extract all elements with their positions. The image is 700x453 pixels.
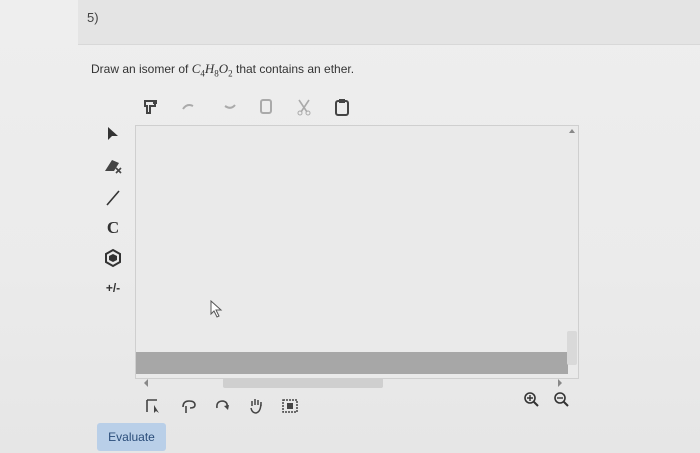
horizontal-scroll-thumb[interactable] [223, 378, 383, 388]
canvas-shaded-band [136, 352, 568, 374]
drawing-canvas[interactable] [135, 125, 579, 379]
page: 5) Draw an isomer of C4H8O2 that contain… [0, 0, 700, 453]
question-header [78, 0, 700, 45]
ring-icon[interactable] [99, 246, 127, 270]
charge-button[interactable]: +/- [99, 276, 127, 300]
redo-icon[interactable] [219, 95, 241, 119]
prompt-text-after: that contains an ether. [232, 62, 355, 76]
rotate-icon[interactable] [210, 394, 234, 418]
vertical-scroll-thumb[interactable] [567, 331, 577, 365]
copy-icon[interactable] [255, 95, 277, 119]
editor-bottom-toolbar [140, 394, 310, 420]
mouse-cursor-icon [210, 299, 224, 323]
question-prompt: Draw an isomer of C4H8O2 that contains a… [91, 61, 354, 79]
zoom-in-icon[interactable] [520, 388, 542, 410]
hand-icon[interactable] [244, 394, 268, 418]
select-all-icon[interactable] [142, 394, 166, 418]
vertical-scrollbar[interactable] [567, 126, 577, 365]
prompt-text-before: Draw an isomer of [91, 62, 192, 76]
molecular-formula: C4H8O2 [191, 61, 233, 79]
question-number: 5) [87, 10, 99, 25]
paste-icon[interactable] [331, 95, 353, 119]
cut-icon[interactable] [293, 95, 315, 119]
zoom-out-icon[interactable] [550, 388, 572, 410]
single-bond-icon[interactable] [99, 186, 127, 210]
editor-left-toolbar: C +/- [99, 122, 127, 302]
carbon-atom-button[interactable]: C [99, 216, 127, 240]
editor-top-toolbar [135, 95, 365, 121]
fit-icon[interactable] [278, 394, 302, 418]
lasso-icon[interactable] [177, 394, 201, 418]
eraser-icon[interactable] [99, 154, 127, 178]
template-icon[interactable] [140, 95, 162, 119]
select-arrow-icon[interactable] [99, 122, 127, 146]
undo-icon[interactable] [177, 95, 199, 119]
horizontal-scrollbar[interactable] [137, 377, 567, 389]
evaluate-button[interactable]: Evaluate [97, 423, 166, 451]
